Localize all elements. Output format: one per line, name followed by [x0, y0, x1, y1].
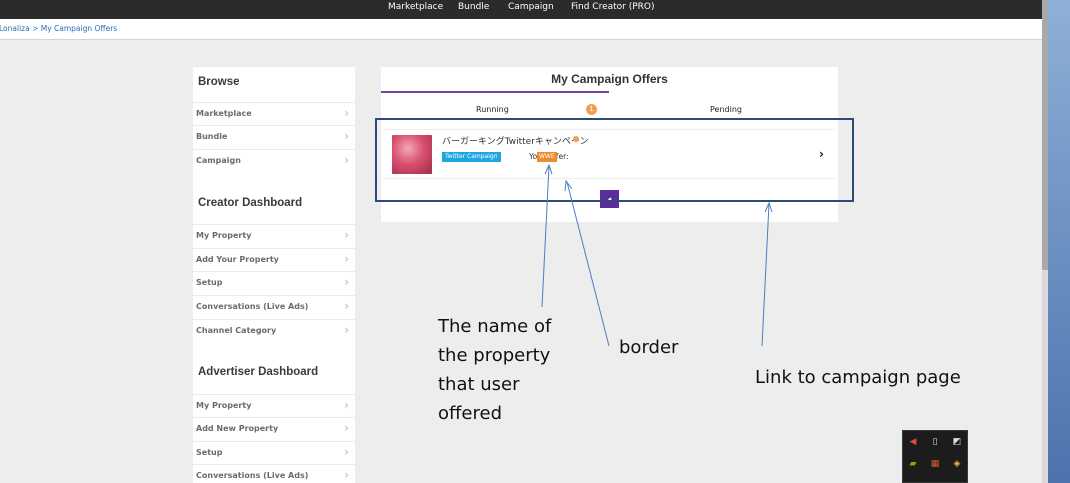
window-icon[interactable]: ◩: [951, 436, 963, 448]
speaker-icon[interactable]: ◀: [907, 436, 919, 448]
arrow-to-property-name: [541, 165, 550, 308]
desktop-background: [1048, 0, 1070, 483]
annotation-property-name-note: The name of the property that user offer…: [438, 316, 552, 424]
shield-icon[interactable]: ◈: [951, 458, 963, 470]
annotation-border-note: border: [619, 337, 679, 358]
arrow-to-link: [761, 203, 770, 347]
usb-icon[interactable]: ▯: [929, 436, 941, 448]
network-icon[interactable]: ▦: [929, 458, 941, 470]
annotation-link-note: Link to campaign page: [755, 367, 961, 388]
nvidia-icon[interactable]: ▰: [907, 458, 919, 470]
arrow-to-border: [566, 181, 610, 347]
system-tray-popup: ◀ ▯ ◩ ▰ ▦ ◈: [902, 430, 968, 483]
